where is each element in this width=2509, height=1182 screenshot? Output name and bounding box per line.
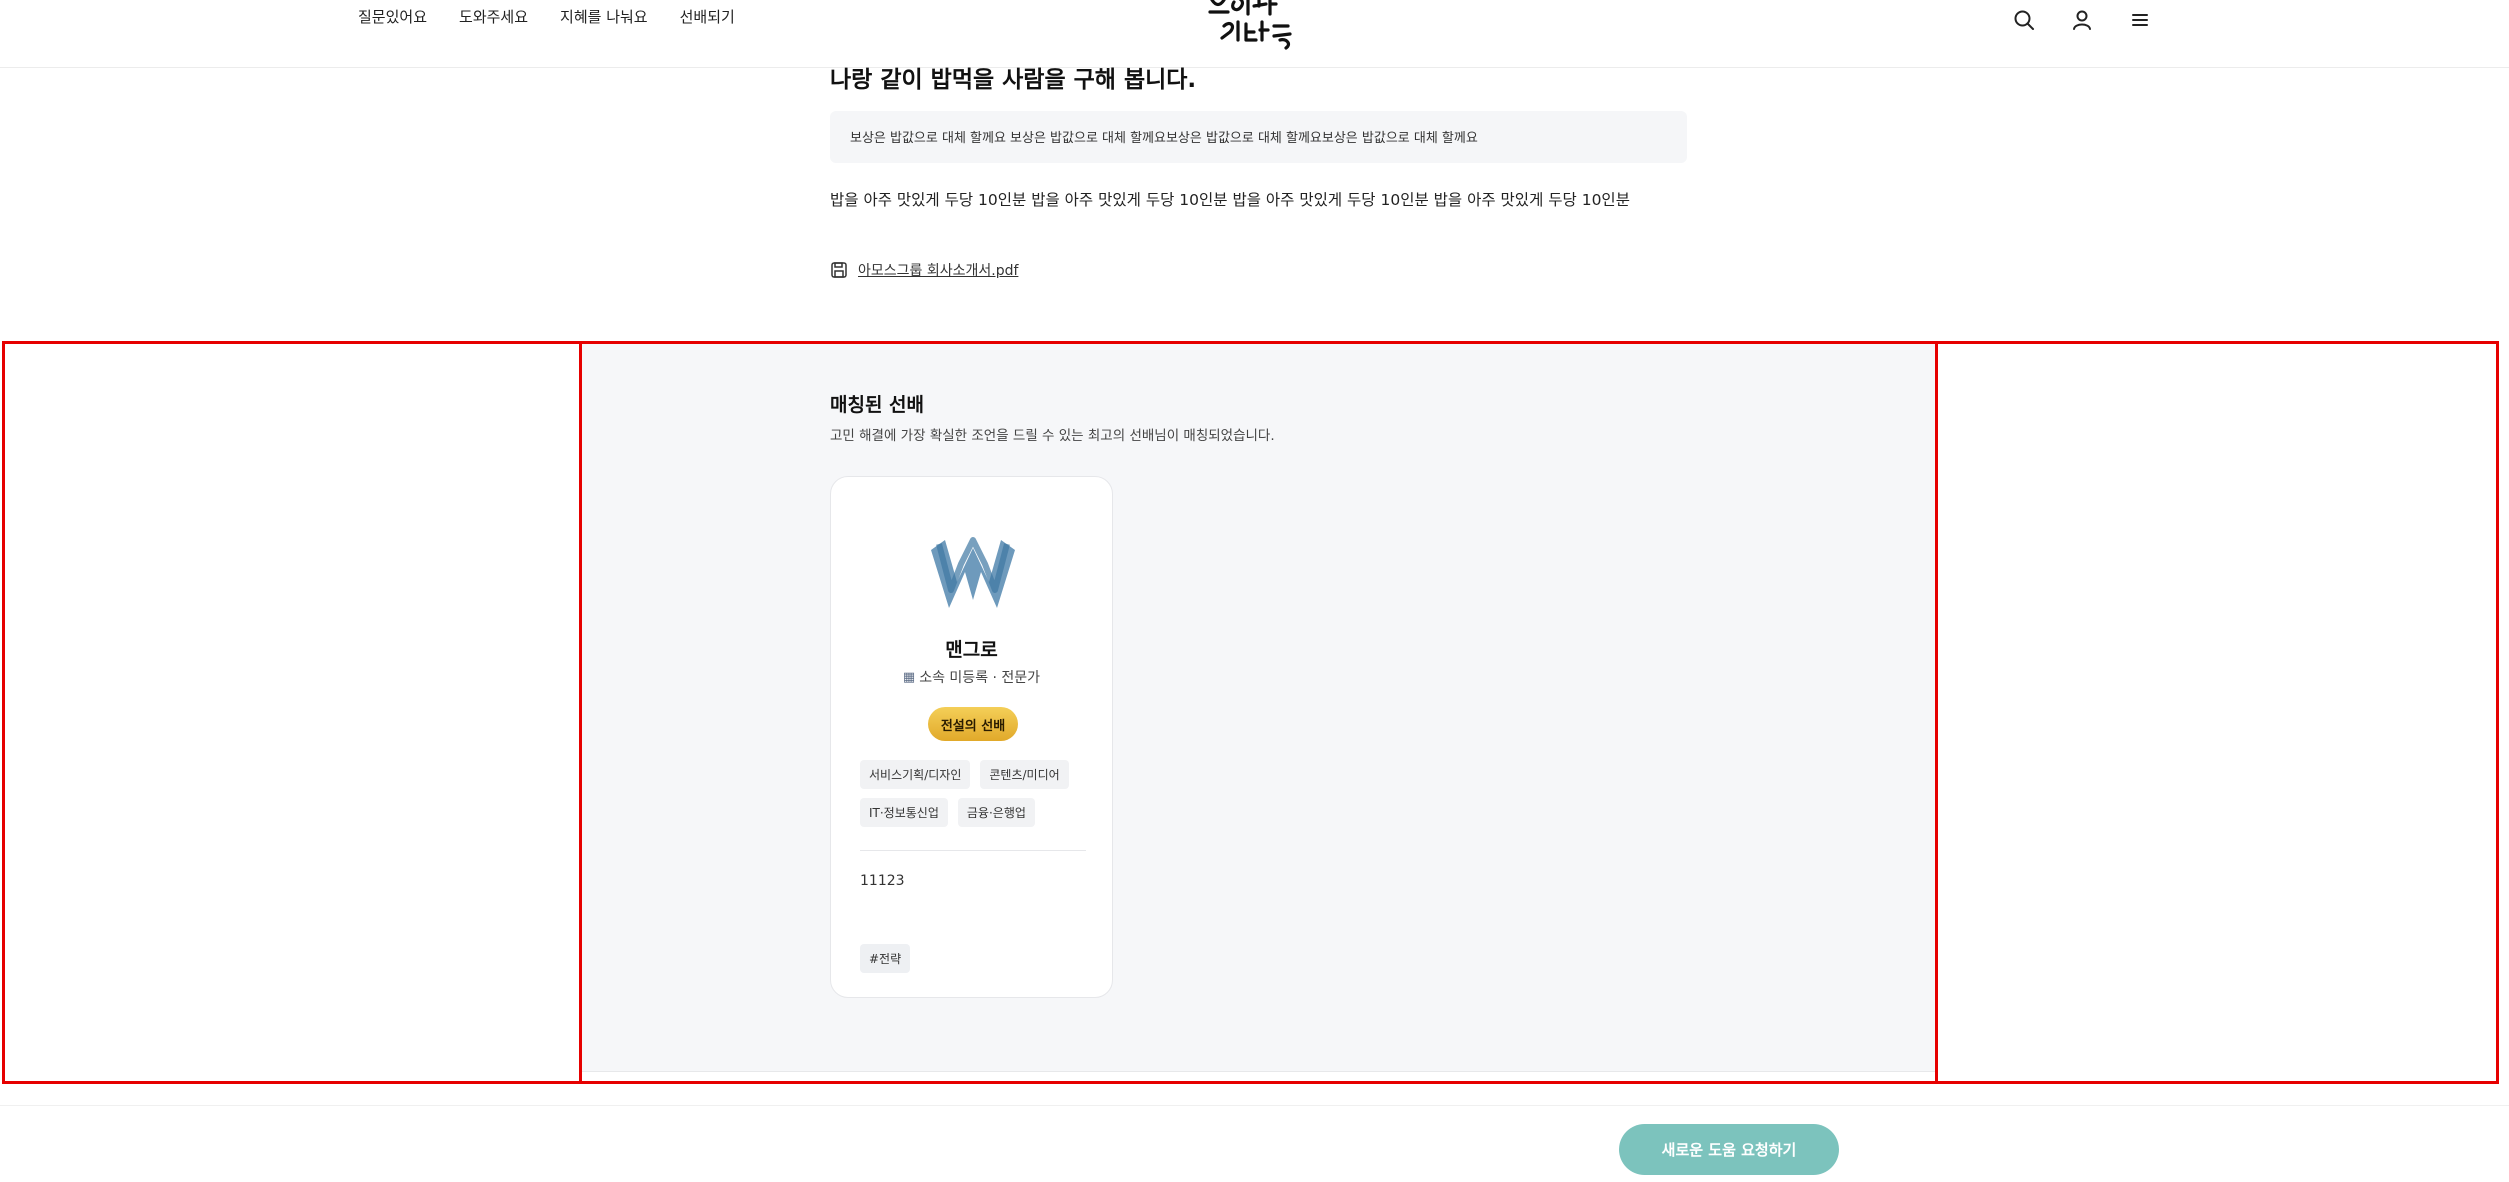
new-help-request-button[interactable]: 새로운 도움 요청하기 (1619, 1124, 1839, 1175)
main-nav: 질문있어요 도와주세요 지혜를 나눠요 선배되기 (358, 6, 735, 27)
matched-section (582, 342, 1935, 1072)
senior-affiliation: 소속 미등록 · 전문가 (919, 670, 1041, 686)
bottom-cta-bar (0, 1105, 2509, 1182)
senior-affiliation-row: ▦ 소속 미등록 · 전문가 (831, 667, 1112, 687)
senior-card[interactable]: 맨그로 ▦ 소속 미등록 · 전문가 전설의 선배 서비스기획/디자인 콘텐츠/… (830, 476, 1113, 998)
nav-item-questions[interactable]: 질문있어요 (358, 6, 427, 27)
tag-item: 금융·은행업 (957, 798, 1035, 827)
post-body: 밥을 아주 맛있게 두당 10인분 밥을 아주 맛있게 두당 10인분 밥을 아… (830, 191, 1630, 209)
brand-logo[interactable] (1202, 0, 1312, 52)
tag-item: 콘텐츠/미디어 (980, 760, 1069, 789)
card-divider (860, 850, 1086, 851)
top-header: 질문있어요 도와주세요 지혜를 나눠요 선배되기 (0, 0, 2509, 68)
nav-item-become-senior[interactable]: 선배되기 (680, 6, 735, 27)
building-icon: ▦ (902, 669, 916, 685)
tag-item: 서비스기획/디자인 (860, 760, 971, 789)
senior-name: 맨그로 (945, 639, 998, 661)
legend-badge: 전설의 선배 (928, 707, 1018, 741)
section-divider (582, 1071, 1935, 1072)
tag-item: IT·정보통신업 (860, 798, 948, 827)
avatar (921, 520, 1025, 624)
nav-item-wisdom[interactable]: 지혜를 나눠요 (560, 6, 648, 27)
matched-title: 매칭된 선배 (830, 394, 925, 416)
user-icon[interactable] (2070, 8, 2094, 32)
menu-icon[interactable] (2128, 8, 2152, 32)
post-title: 나랑 같이 밥먹을 사람을 구해 봅니다. (830, 67, 1197, 93)
tag-list: 서비스기획/디자인 콘텐츠/미디어 IT·정보통신업 금융·은행업 (860, 760, 1090, 827)
matched-description: 고민 해결에 가장 확실한 조언을 드릴 수 있는 최고의 선배님이 매칭되었습… (830, 428, 1275, 444)
reward-box: 보상은 밥값으로 대체 할께요 보상은 밥값으로 대체 할께요보상은 밥값으로 … (830, 111, 1687, 163)
attachment-link[interactable]: 아모스그룹 회사소개서.pdf (830, 260, 1018, 280)
highlight-box-left (2, 341, 582, 1084)
attachment-filename[interactable]: 아모스그룹 회사소개서.pdf (858, 260, 1018, 280)
search-icon[interactable] (2012, 8, 2036, 32)
save-icon (831, 262, 847, 278)
header-icon-group (2012, 8, 2152, 32)
senior-intro: 11123 (860, 873, 905, 889)
nav-item-help[interactable]: 도와주세요 (459, 6, 528, 27)
hashtag-chip: #전략 (860, 944, 911, 973)
highlight-box-right (1935, 341, 2499, 1084)
